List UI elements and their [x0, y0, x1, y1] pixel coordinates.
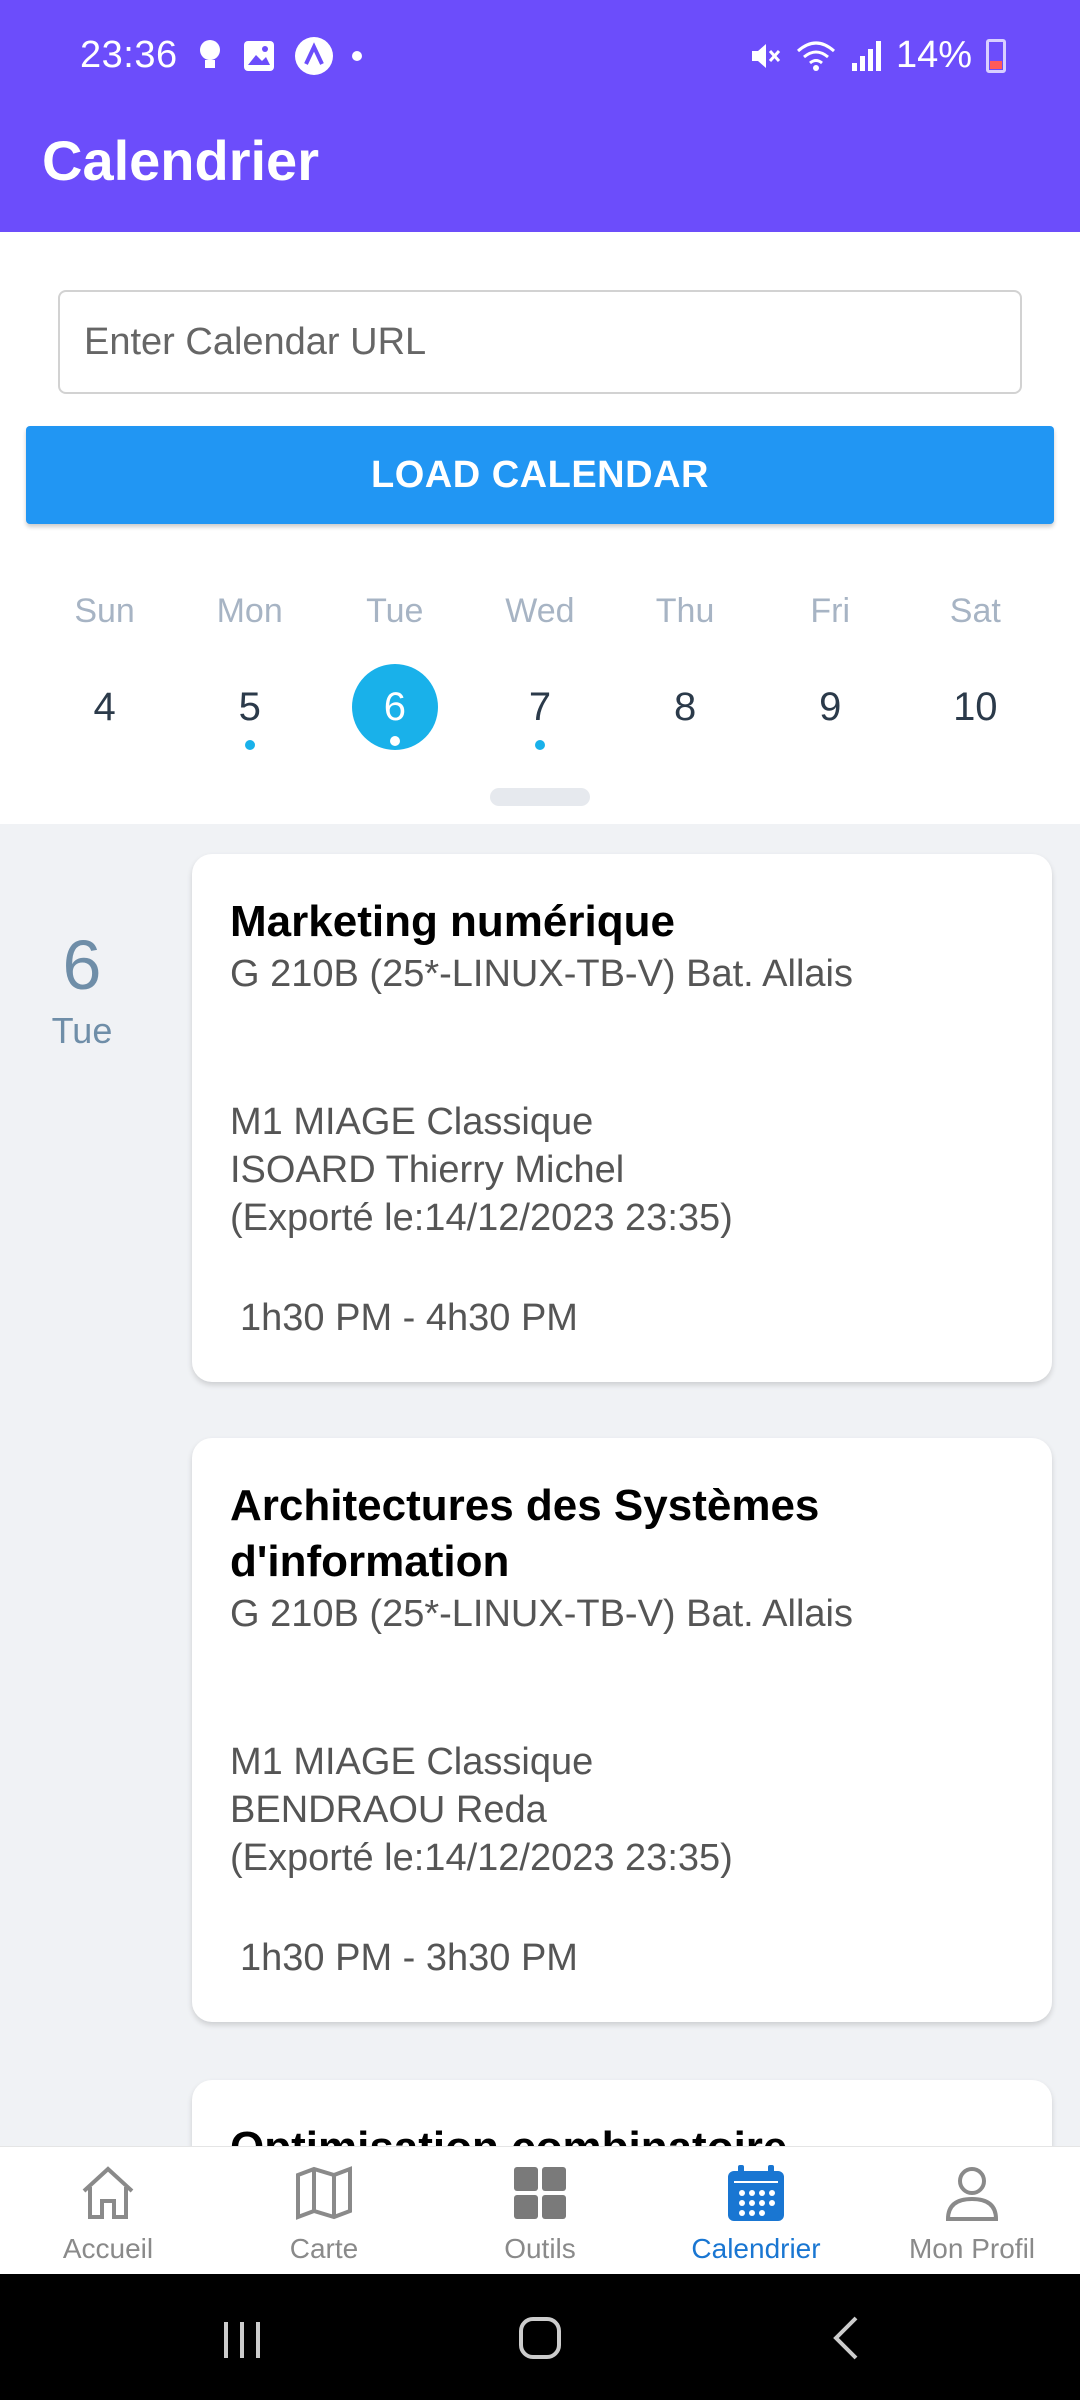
event-group: M1 MIAGE Classique	[230, 1101, 594, 1143]
wifi-icon	[796, 41, 835, 71]
app-icon	[295, 37, 333, 75]
weekday-names: Sun Mon Tue Wed Thu Fri Sat	[32, 592, 1048, 631]
bulb-icon	[200, 40, 220, 68]
load-calendar-button[interactable]: LOAD CALENDAR	[26, 426, 1054, 524]
event-time: 1h30 PM - 3h30 PM	[240, 1937, 578, 1979]
event-details: M1 MIAGE Classique ISOARD Thierry Michel…	[230, 1098, 1014, 1242]
image-icon	[244, 41, 274, 71]
system-icons: 14%	[748, 34, 1006, 77]
date-number: 10	[953, 684, 998, 729]
tab-label: Accueil	[62, 2233, 154, 2264]
tab-label: Mon Profil	[908, 2233, 1036, 2264]
back-icon[interactable]	[826, 2310, 866, 2366]
date-number: 9	[819, 684, 842, 729]
battery-percent: 14%	[895, 34, 972, 76]
weekday-name: Sun	[74, 592, 135, 630]
grid-icon	[514, 2167, 566, 2219]
date-cell[interactable]: 8	[613, 664, 758, 750]
map-icon	[296, 2166, 352, 2220]
home-icon	[82, 2166, 134, 2219]
top-bar: 23:36 14% Calendrier	[0, 0, 1080, 232]
weekday-name: Thu	[655, 592, 715, 630]
event-marker-dot	[389, 736, 400, 746]
event-title: Optimisation combinatoire	[230, 2120, 1014, 2146]
agenda-day-name: Tue	[51, 1010, 113, 1051]
date-cell[interactable]: 7	[467, 664, 612, 750]
date-cell-selected[interactable]: 6	[322, 664, 467, 750]
date-cell[interactable]: 9	[758, 664, 903, 750]
event-teacher: BENDRAOU Reda	[230, 1789, 547, 1831]
date-number: 8	[673, 684, 697, 729]
event-time: 1h30 PM - 4h30 PM	[240, 1297, 578, 1339]
mute-icon	[751, 43, 781, 68]
battery-icon	[986, 38, 1006, 73]
agenda-day-number: 6	[62, 926, 102, 1004]
weekday-name: Tue	[366, 592, 424, 630]
weekday-name: Fri	[810, 592, 851, 630]
calendar-expand-handle[interactable]	[490, 788, 590, 806]
calendar-header: LOAD CALENDAR Sun Mon Tue Wed Thu Fri Sa…	[0, 232, 1080, 824]
bottom-navigation: Accueil Carte Outils Calendrier Mon Prof…	[0, 2146, 1080, 2274]
event-marker-dot	[534, 740, 545, 750]
tab-accueil[interactable]: Accueil	[0, 2147, 216, 2274]
weekday-name: Sat	[949, 592, 1001, 630]
tab-mon-profil[interactable]: Mon Profil	[864, 2147, 1080, 2274]
week-dates: 4 5 6 7 8 9 10	[32, 664, 1048, 750]
calendar-icon	[728, 2165, 784, 2221]
date-number: 4	[93, 684, 116, 729]
date-cell[interactable]: 5	[177, 664, 322, 750]
person-icon	[945, 2167, 999, 2221]
page-title: Calendrier	[42, 129, 319, 192]
dot-icon	[352, 51, 362, 61]
event-teacher: ISOARD Thierry Michel	[230, 1149, 625, 1191]
tab-label: Calendrier	[691, 2233, 821, 2264]
tab-outils[interactable]: Outils	[432, 2147, 648, 2274]
date-number: 5	[238, 684, 261, 729]
status-time: 23:36	[80, 34, 178, 76]
date-number: 7	[528, 684, 552, 729]
event-title: Marketing numérique	[230, 897, 675, 946]
event-location: G 210B (25*-LINUX-TB-V) Bat. Allais	[230, 1593, 853, 1635]
date-cell[interactable]: 10	[903, 664, 1048, 750]
event-exported: (Exporté le:14/12/2023 23:35)	[230, 1837, 733, 1879]
status-bar: 23:36 14%	[0, 0, 1080, 116]
notification-icons	[196, 36, 362, 76]
recent-apps-icon[interactable]	[220, 2310, 264, 2366]
tab-label: Carte	[289, 2233, 359, 2264]
weekday-name: Mon	[216, 592, 283, 630]
event-group: M1 MIAGE Classique	[230, 1741, 594, 1783]
weekday-name: Wed	[505, 592, 575, 630]
tab-calendrier[interactable]: Calendrier	[648, 2147, 864, 2274]
event-title: Architectures des Systèmes d'information	[230, 1481, 820, 1586]
signal-icon	[851, 40, 881, 71]
event-card[interactable]: Optimisation combinatoire	[192, 2080, 1052, 2146]
event-card[interactable]: Marketing numérique G 210B (25*-LINUX-TB…	[192, 854, 1052, 1382]
event-card[interactable]: Architectures des Systèmes d'information…	[192, 1438, 1052, 2022]
event-marker-dot	[244, 740, 255, 750]
event-exported: (Exporté le:14/12/2023 23:35)	[230, 1197, 733, 1239]
calendar-url-input[interactable]	[58, 290, 1022, 394]
date-cell[interactable]: 4	[32, 664, 177, 750]
tab-label: Outils	[504, 2233, 576, 2264]
event-location: G 210B (25*-LINUX-TB-V) Bat. Allais	[230, 953, 853, 995]
screen: 23:36 14% Calendrier LOAD CALENDAR Sun	[0, 0, 1080, 2400]
home-button-icon[interactable]	[516, 2310, 564, 2366]
event-details: M1 MIAGE Classique BENDRAOU Reda (Export…	[230, 1738, 1014, 1882]
agenda-day-label: 6 Tue	[30, 930, 134, 1052]
agenda-list[interactable]: 6 Tue Marketing numérique G 210B (25*-LI…	[0, 824, 1080, 2146]
tab-carte[interactable]: Carte	[216, 2147, 432, 2274]
system-navigation-bar	[0, 2274, 1080, 2400]
